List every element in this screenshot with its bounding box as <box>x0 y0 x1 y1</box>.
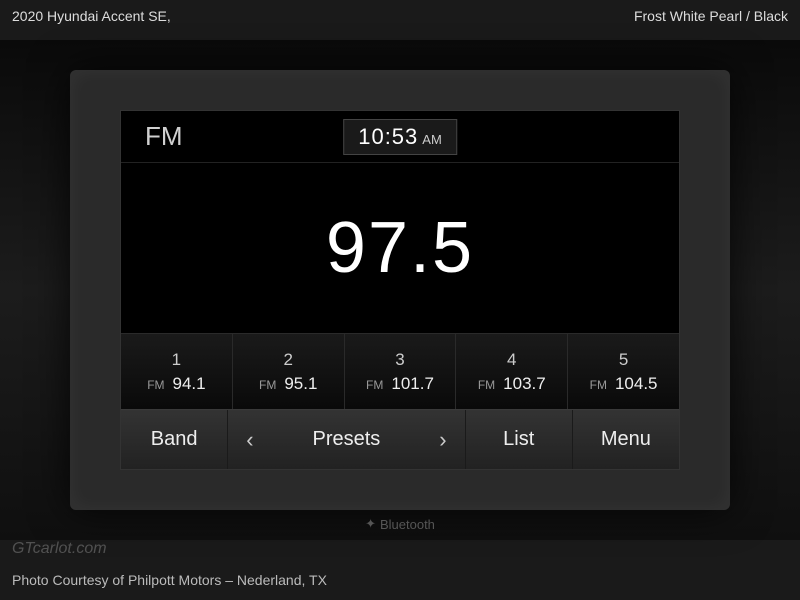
preset-freq: 95.1 <box>284 374 317 394</box>
current-band: FM <box>121 121 183 152</box>
clock-ampm: AM <box>422 132 442 147</box>
band-button[interactable]: Band <box>121 410 228 469</box>
presets-prev-icon[interactable]: ‹ <box>240 427 259 453</box>
preset-2[interactable]: 2 FM 95.1 <box>233 334 345 409</box>
clock-time: 10:53 <box>358 124 418 150</box>
clock: 10:53 AM <box>343 119 457 155</box>
presets-label[interactable]: Presets <box>313 428 381 451</box>
preset-5[interactable]: 5 FM 104.5 <box>568 334 679 409</box>
preset-freq: 104.5 <box>615 374 658 394</box>
preset-number: 1 <box>172 350 181 370</box>
color-scheme: Frost White Pearl / Black <box>634 8 788 24</box>
presets-row: 1 FM 94.1 2 FM 95.1 3 FM <box>121 333 679 409</box>
status-bar: FM 10:53 AM <box>121 111 679 163</box>
watermark: GTcarlot.com <box>12 540 107 558</box>
bluetooth-label: Bluetooth <box>380 517 435 532</box>
list-button[interactable]: List <box>466 410 573 469</box>
frequency-value: 97.5 <box>326 207 474 289</box>
presets-control: ‹ Presets › <box>228 410 465 469</box>
photo-credit: Photo Courtesy of Philpott Motors – Nede… <box>12 572 327 588</box>
preset-number: 3 <box>395 350 404 370</box>
preset-1[interactable]: 1 FM 94.1 <box>121 334 233 409</box>
screen-bezel: FM 10:53 AM 97.5 1 FM 94.1 2 <box>70 70 730 510</box>
menu-button[interactable]: Menu <box>573 410 679 469</box>
page-header: 2020 Hyundai Accent SE, Frost White Pear… <box>12 8 788 24</box>
preset-band: FM <box>590 378 607 392</box>
bluetooth-icon: ✦ <box>365 516 376 532</box>
preset-freq: 103.7 <box>503 374 546 394</box>
preset-4[interactable]: 4 FM 103.7 <box>456 334 568 409</box>
preset-band: FM <box>478 378 495 392</box>
preset-number: 5 <box>619 350 628 370</box>
preset-3[interactable]: 3 FM 101.7 <box>345 334 457 409</box>
bluetooth-indicator: ✦ Bluetooth <box>365 516 435 532</box>
preset-number: 4 <box>507 350 516 370</box>
preset-freq: 101.7 <box>391 374 434 394</box>
vehicle-name: 2020 Hyundai Accent SE, <box>12 8 171 24</box>
preset-number: 2 <box>283 350 292 370</box>
presets-next-icon[interactable]: › <box>433 427 452 453</box>
preset-band: FM <box>147 378 164 392</box>
preset-band: FM <box>259 378 276 392</box>
dashboard-photo: FM 10:53 AM 97.5 1 FM 94.1 2 <box>0 40 800 540</box>
preset-band: FM <box>366 378 383 392</box>
controls-row: Band ‹ Presets › List Menu <box>121 409 679 469</box>
frequency-display: 97.5 <box>121 163 679 333</box>
preset-freq: 94.1 <box>173 374 206 394</box>
infotainment-screen: FM 10:53 AM 97.5 1 FM 94.1 2 <box>120 110 680 470</box>
